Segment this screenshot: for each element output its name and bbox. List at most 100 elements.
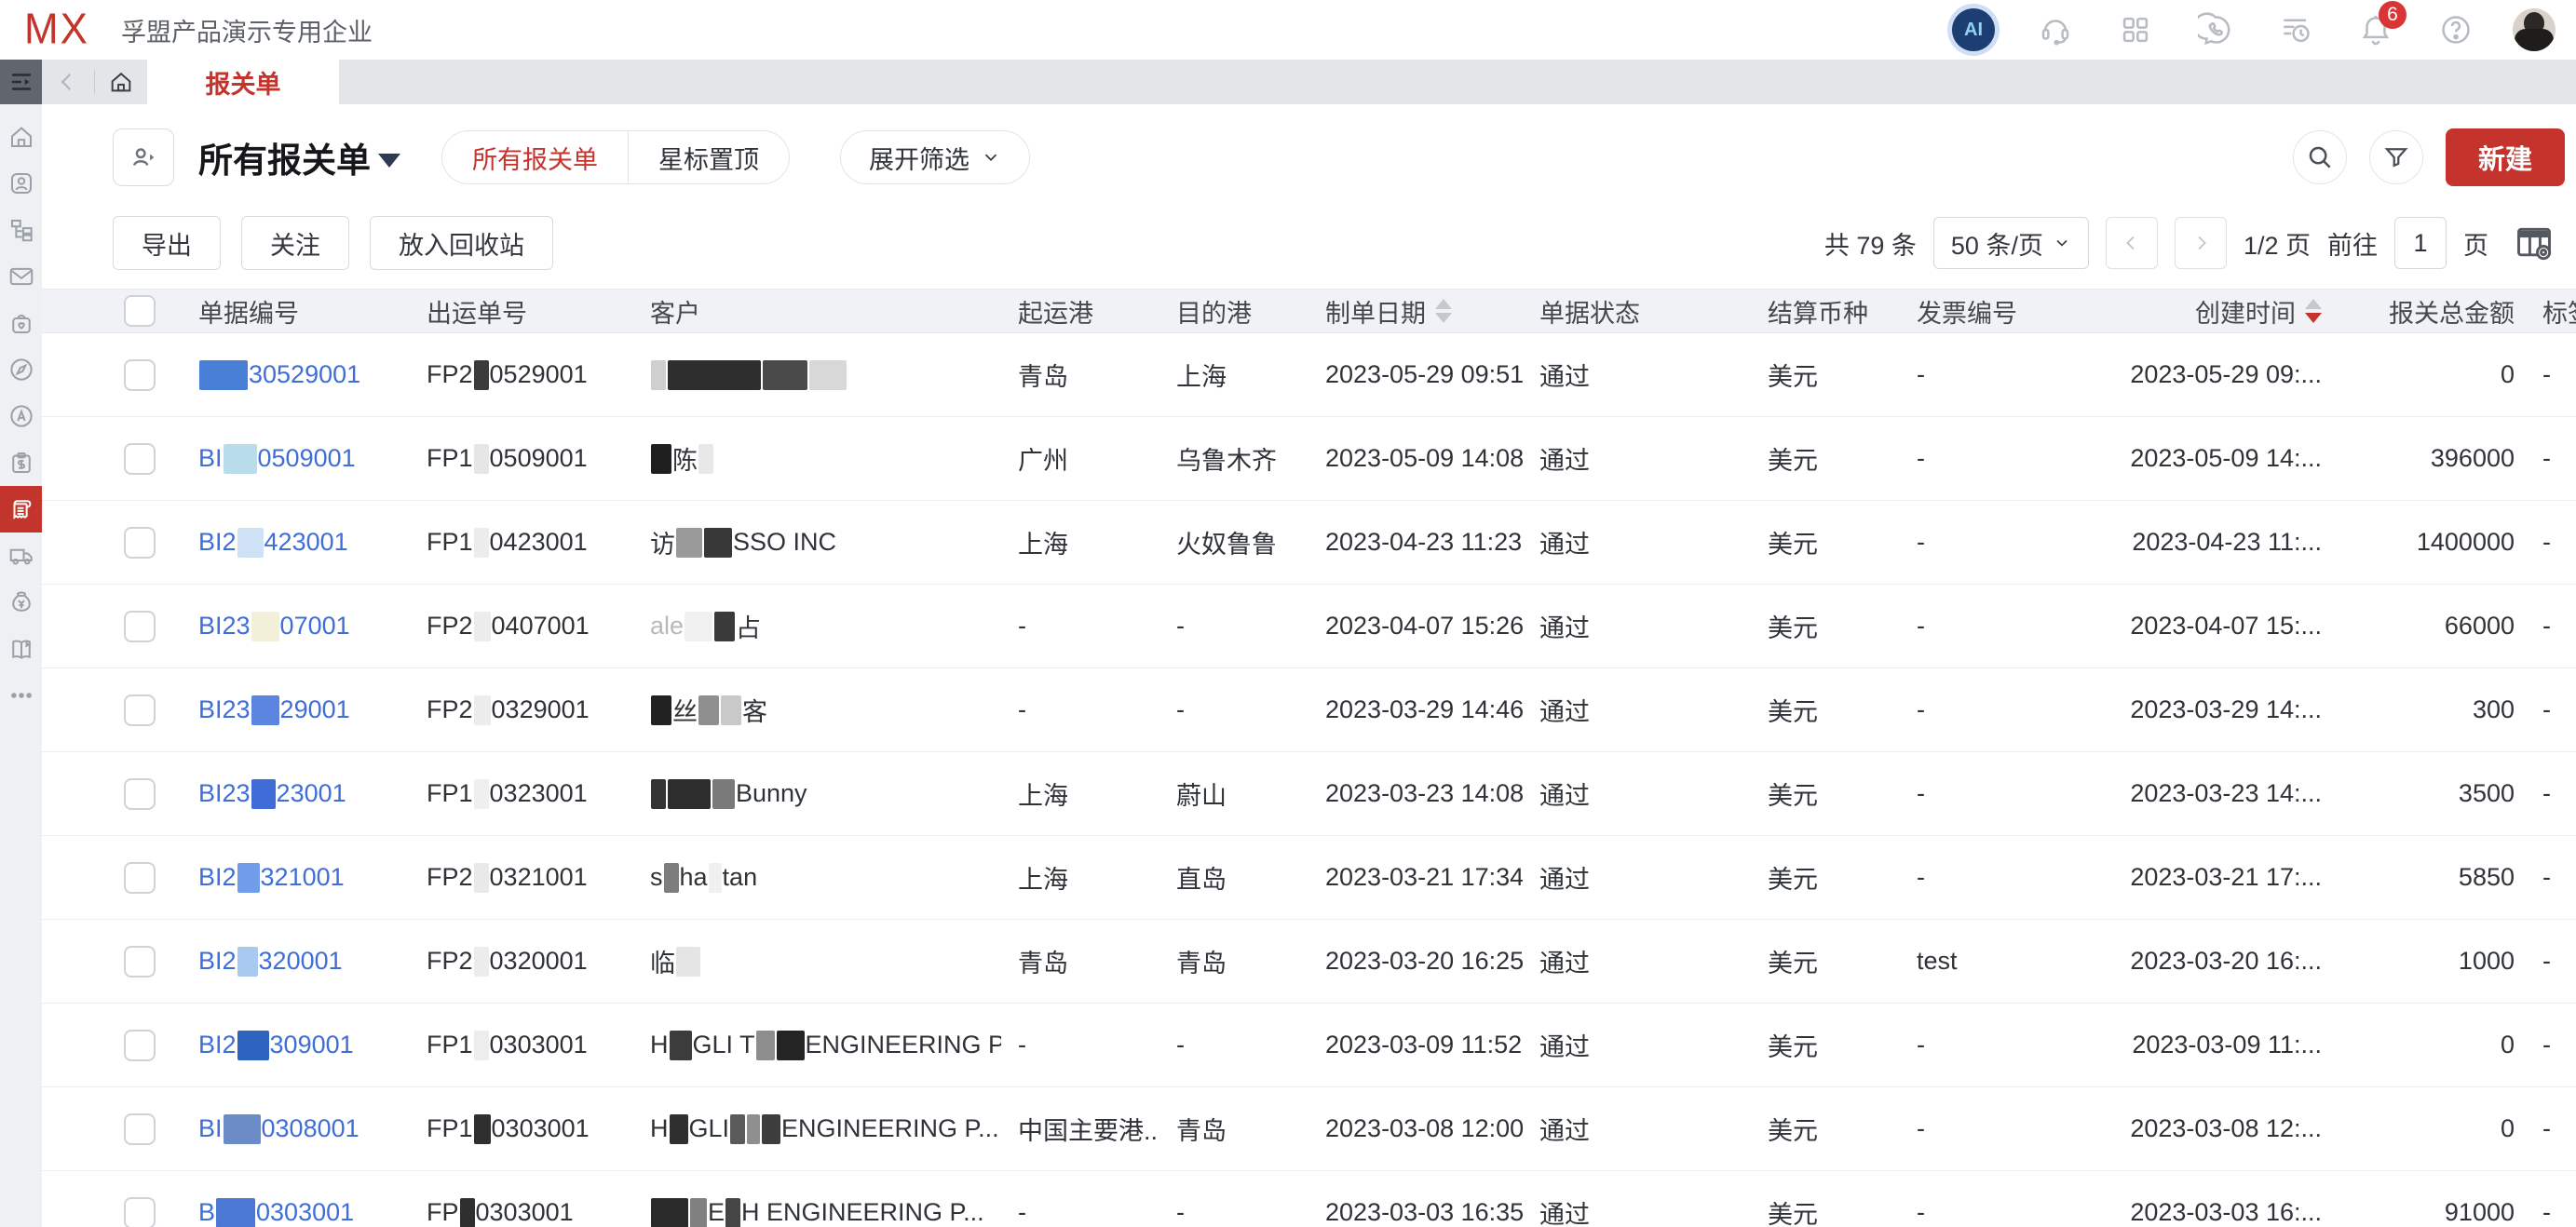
follow-button[interactable]: 关注 [241,216,349,270]
cell-amount: 3500 [2333,779,2526,808]
cell-ship: FP10303001 [410,1114,633,1144]
sidebar-item-ledger-icon[interactable] [0,626,42,672]
cell-origin: - [1001,1031,1159,1059]
cell-status: 通过 [1523,524,1751,560]
cell-status: 通过 [1523,1194,1751,1227]
prev-page-button[interactable] [2106,217,2158,269]
redaction-box [474,1031,489,1060]
sidebar-item-circle-a-icon[interactable] [0,393,42,439]
doc-number-link[interactable]: BI2323001 [198,779,346,809]
view-title[interactable]: 所有报关单 [198,132,400,182]
row-checkbox[interactable] [124,862,156,894]
doc-number-link[interactable]: 30529001 [198,360,360,390]
row-checkbox[interactable] [124,694,156,726]
headset-icon[interactable] [2036,10,2075,49]
user-avatar[interactable] [2513,8,2556,51]
cell-text: 0509001 [258,444,356,473]
sidebar-item-org-chart-icon[interactable] [0,207,42,253]
redaction-box [651,695,671,725]
export-button[interactable]: 导出 [113,216,221,270]
sort-control-created[interactable] [2305,299,2322,323]
redaction-box [237,947,258,977]
bell-icon[interactable]: 6 [2356,10,2395,49]
doc-number-link[interactable]: BI2320001 [198,947,343,977]
page-indicator: 1/2 页 [2244,225,2311,262]
row-checkbox[interactable] [124,611,156,642]
filter-button[interactable] [2369,130,2423,184]
cell-ship: FP10423001 [410,528,633,558]
cell-text: FP [427,1198,459,1227]
doc-number-link[interactable]: BI2321001 [198,863,345,893]
row-checkbox[interactable] [124,778,156,810]
cell-text: 309001 [270,1031,354,1059]
owner-filter-button[interactable] [113,128,174,186]
sidebar-item-clipboard-dollar-icon[interactable] [0,439,42,486]
search-button[interactable] [2293,130,2347,184]
row-checkbox[interactable] [124,527,156,559]
app-grid-icon[interactable] [2116,10,2155,49]
cell-text: 07001 [280,612,350,640]
doc-number-link[interactable]: BI0509001 [198,444,356,474]
cell-created: 2023-05-09 14:... [2077,444,2333,473]
sidebar-item-contact-icon[interactable] [0,160,42,207]
row-checkbox[interactable] [124,1197,156,1227]
cell-text: BI [198,1114,223,1143]
tab-customs-declaration[interactable]: 报关单 [147,60,339,104]
cell-text: 0529001 [490,360,588,389]
cell-text: 0423001 [490,528,588,557]
row-checkbox[interactable] [124,443,156,475]
home-tab-icon[interactable] [108,69,134,95]
doc-number-link[interactable]: B0303001 [198,1198,354,1227]
segment-starred[interactable]: 星标置顶 [628,131,789,183]
cell-check [42,527,182,559]
todo-clock-icon[interactable] [2276,10,2315,49]
caret-down-icon [378,154,400,168]
sidebar-item-home-icon[interactable] [0,114,42,160]
row-checkbox[interactable] [124,1113,156,1145]
goto-page-input[interactable] [2394,217,2447,269]
create-button[interactable]: 新建 [2446,128,2565,186]
sidebar-item-mail-icon[interactable] [0,253,42,300]
doc-number-link[interactable]: BI0308001 [198,1114,359,1144]
ai-badge-icon[interactable]: AI [1952,8,1995,51]
cell-text: 321001 [261,863,345,892]
cell-tag: - [2526,444,2576,473]
sort-control-date[interactable] [1435,299,1452,323]
row-checkbox[interactable] [124,946,156,978]
redaction-box [460,1198,475,1227]
doc-number-link[interactable]: BI2423001 [198,528,348,558]
select-all-checkbox[interactable] [124,295,156,327]
recycle-bin-button[interactable]: 放入回收站 [370,216,553,270]
segment-all-declarations[interactable]: 所有报关单 [442,131,628,183]
cell-text: H ENGINEERING P... [741,1198,984,1227]
sidebar-item-bag-heart-icon[interactable] [0,300,42,346]
row-checkbox[interactable] [124,359,156,391]
cell-text: tan [723,863,758,892]
sidebar-collapse-button[interactable] [0,60,42,104]
sidebar-item-receipt-icon[interactable] [0,486,42,533]
page-size-select[interactable]: 50 条/页 [1933,217,2089,269]
back-chevron-icon[interactable] [55,69,81,95]
row-checkbox[interactable] [124,1030,156,1061]
cell-text: 丝 [672,692,698,728]
next-page-button[interactable] [2175,217,2227,269]
cell-text: 0320001 [490,947,588,976]
help-icon[interactable] [2436,10,2475,49]
doc-number-link[interactable]: BI2307001 [198,612,350,641]
chevron-left-icon [2122,233,2142,253]
cell-dest: - [1159,1198,1308,1227]
column-header-date: 制单日期 [1308,293,1523,330]
column-label: 制单日期 [1325,293,1426,330]
sidebar-item-money-bag-icon[interactable] [0,579,42,626]
phone-icon[interactable] [2196,10,2235,49]
column-label: 单据编号 [198,293,299,330]
column-settings-button[interactable] [2511,220,2557,266]
cell-amount: 66000 [2333,612,2526,640]
sidebar-item-more-dots-icon[interactable] [0,672,42,719]
cell-text: 23001 [277,779,346,808]
doc-number-link[interactable]: BI2309001 [198,1031,354,1060]
sidebar-item-compass-icon[interactable] [0,346,42,393]
expand-filter-button[interactable]: 展开筛选 [840,130,1030,184]
sidebar-item-truck-icon[interactable] [0,533,42,579]
doc-number-link[interactable]: BI2329001 [198,695,350,725]
